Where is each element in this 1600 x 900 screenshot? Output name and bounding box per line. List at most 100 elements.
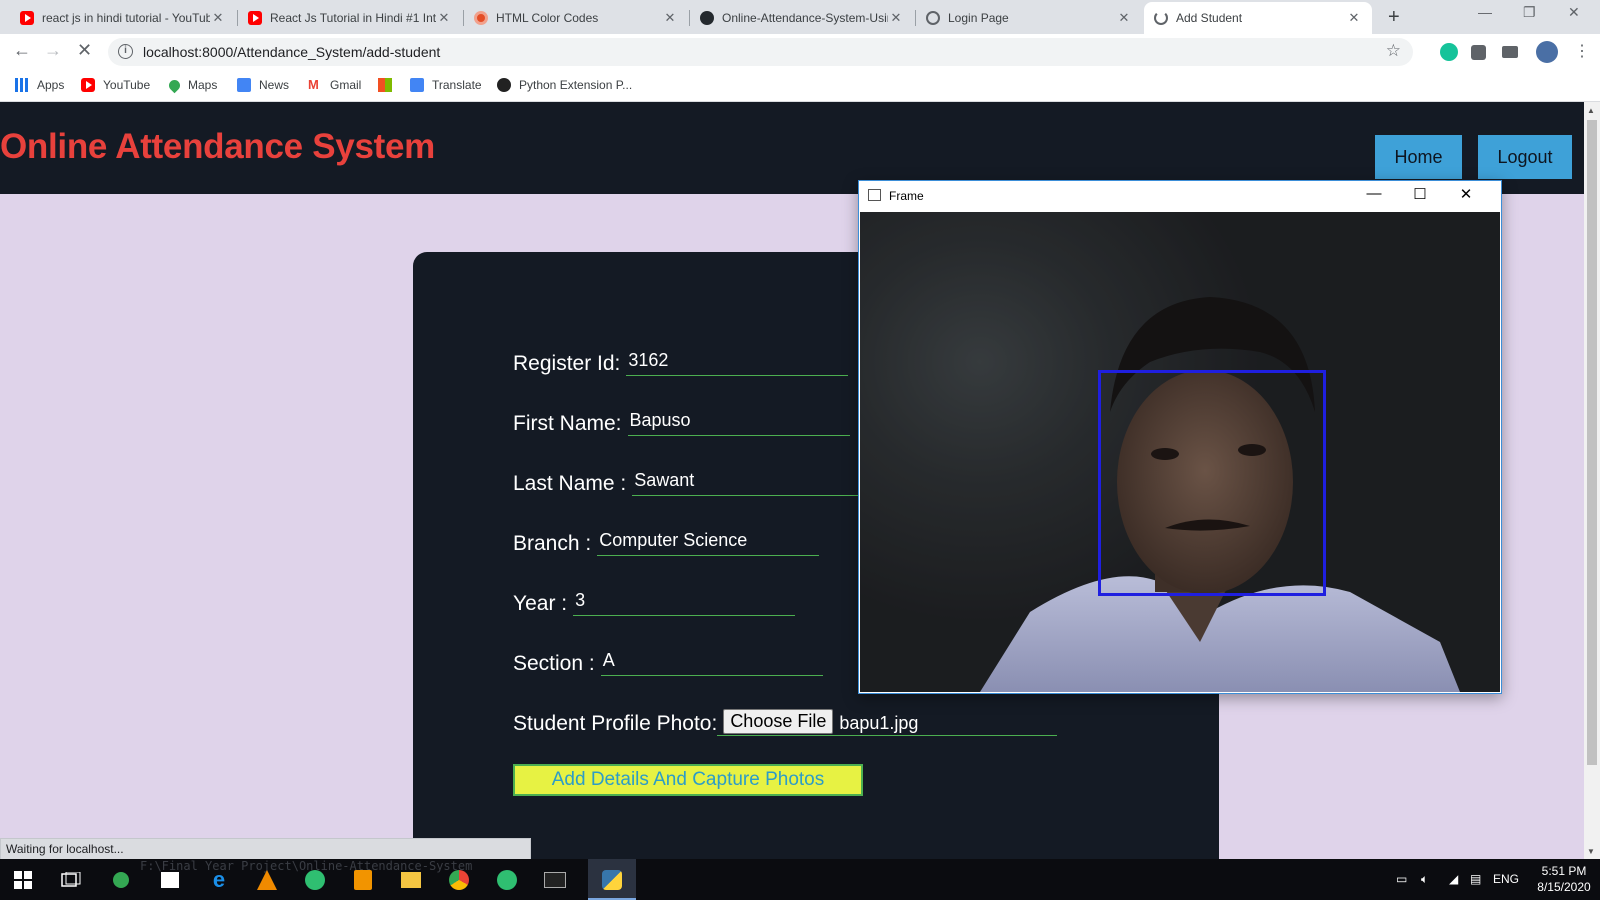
- maps-app-icon[interactable]: [110, 869, 132, 891]
- sublime-text-icon[interactable]: [352, 869, 374, 891]
- youtube-icon: [81, 78, 95, 92]
- bookmark-label: News: [259, 78, 290, 92]
- store-icon[interactable]: [159, 869, 181, 891]
- tab-react-js-hindi-tutorial[interactable]: react js in hindi tutorial - YouTube ✕: [10, 2, 236, 34]
- minimize-icon[interactable]: —: [1478, 4, 1492, 20]
- bookmark-gmail[interactable]: M Gmail: [308, 77, 361, 93]
- windows-start-icon[interactable]: [12, 869, 34, 891]
- bookmark-star-icon[interactable]: ☆: [1386, 41, 1401, 61]
- system-clock[interactable]: 5:51 PM 8/15/2020: [1529, 863, 1599, 895]
- loading-spinner-icon: [1154, 11, 1168, 25]
- news-icon: [237, 78, 251, 92]
- profile-photo-label: Student Profile Photo:: [513, 712, 718, 735]
- bookmark-news[interactable]: News: [237, 78, 289, 92]
- bookmark-label: YouTube: [103, 78, 151, 92]
- webcam-feed: [860, 212, 1500, 692]
- camera-frame-window[interactable]: Frame — ☐ ✕: [858, 180, 1502, 694]
- github-icon: [700, 11, 714, 25]
- network-icon[interactable]: ◢: [1449, 872, 1458, 886]
- branch-row: Branch : Computer Science: [513, 530, 820, 556]
- scroll-down-icon[interactable]: ▼: [1587, 847, 1595, 856]
- site-info-icon[interactable]: i: [118, 44, 133, 59]
- logout-button[interactable]: Logout: [1478, 135, 1572, 179]
- home-button[interactable]: Home: [1375, 135, 1462, 179]
- vlc-icon[interactable]: [256, 869, 278, 891]
- tab-add-student[interactable]: Add Student ✕: [1144, 2, 1372, 34]
- choose-file-button[interactable]: Choose File: [723, 709, 834, 734]
- bookmark-apps[interactable]: Apps: [15, 78, 64, 92]
- close-icon[interactable]: ✕: [888, 10, 904, 26]
- volume-icon[interactable]: 🔈︎: [1421, 872, 1428, 887]
- browser-toolbar: ← → ✕ i localhost:8000/Attendance_System…: [0, 34, 1600, 70]
- close-icon[interactable]: ✕: [1346, 10, 1362, 26]
- stop-loading-icon[interactable]: ✕: [77, 40, 92, 61]
- microsoft-icon: [378, 78, 392, 92]
- profile-photo-input: Choose File bapu1.jpg: [717, 709, 1058, 736]
- address-bar[interactable]: i localhost:8000/Attendance_System/add-s…: [108, 38, 1413, 66]
- tab-github-repo[interactable]: Online-Attendance-System-Using-Face-Reco…: [690, 2, 914, 34]
- new-tab-button[interactable]: +: [1388, 6, 1400, 29]
- close-icon[interactable]: ✕: [1116, 10, 1132, 26]
- bookmark-label: Translate: [432, 78, 482, 92]
- file-explorer-icon[interactable]: [400, 869, 422, 891]
- media-control-icon[interactable]: [1502, 46, 1518, 58]
- close-icon[interactable]: ✕: [662, 10, 678, 26]
- tab-react-tutorial-intro[interactable]: React Js Tutorial in Hindi #1 Introducti…: [238, 2, 462, 34]
- tablet-mode-icon[interactable]: ▭: [1396, 872, 1407, 886]
- tab-label: Login Page: [948, 11, 1009, 25]
- year-input[interactable]: 3: [573, 590, 796, 616]
- back-arrow-icon[interactable]: ←: [13, 40, 31, 61]
- menu-dots-icon[interactable]: ⋮: [1574, 41, 1590, 61]
- section-label: Section :: [513, 652, 595, 675]
- last-name-input[interactable]: Sawant: [632, 470, 863, 496]
- register-id-row: Register Id: 3162: [513, 350, 849, 376]
- extensions-puzzle-icon[interactable]: [1471, 45, 1486, 60]
- first-name-input[interactable]: Bapuso: [627, 410, 850, 436]
- edge-icon[interactable]: e: [208, 867, 230, 892]
- bookmark-python-extension[interactable]: Python Extension P...: [497, 78, 632, 92]
- task-view-icon[interactable]: [60, 869, 82, 891]
- branch-input[interactable]: Computer Science: [597, 530, 820, 556]
- youtube-icon: [248, 11, 262, 25]
- status-bubble: Waiting for localhost...: [0, 838, 531, 859]
- bookmarks-bar: Apps YouTube Maps News M Gmail Translate…: [0, 70, 1600, 102]
- maximize-icon[interactable]: ☐: [1405, 185, 1435, 203]
- close-icon[interactable]: ✕: [436, 10, 452, 26]
- url-text: localhost:8000/Attendance_System/add-stu…: [143, 44, 441, 60]
- page-scrollbar[interactable]: ▲ ▼: [1584, 102, 1600, 859]
- add-details-capture-button[interactable]: Add Details And Capture Photos: [513, 764, 863, 796]
- tab-login-page[interactable]: Login Page ✕: [916, 2, 1142, 34]
- chrome-icon[interactable]: [448, 869, 470, 891]
- pycharm-icon-2[interactable]: [496, 869, 518, 891]
- bookmark-youtube[interactable]: YouTube: [81, 78, 150, 92]
- globe-icon: [926, 11, 940, 25]
- close-icon[interactable]: ✕: [210, 10, 226, 26]
- frame-titlebar[interactable]: Frame — ☐ ✕: [859, 181, 1501, 211]
- first-name-row: First Name: Bapuso: [513, 410, 850, 436]
- forward-arrow-icon[interactable]: →: [44, 40, 62, 61]
- bookmark-translate[interactable]: Translate: [410, 78, 482, 92]
- bookmark-microsoft[interactable]: [378, 78, 400, 92]
- register-id-label: Register Id:: [513, 352, 621, 375]
- gmail-icon: M: [308, 77, 319, 92]
- minimize-icon[interactable]: —: [1359, 185, 1389, 202]
- section-input[interactable]: A: [600, 650, 823, 676]
- terminal-icon[interactable]: [544, 869, 566, 891]
- translate-icon: [410, 78, 424, 92]
- tab-html-color-codes[interactable]: HTML Color Codes ✕: [464, 2, 688, 34]
- close-window-icon[interactable]: ✕: [1568, 4, 1580, 21]
- pycharm-icon[interactable]: [304, 869, 326, 891]
- clock-date: 8/15/2020: [1537, 880, 1591, 894]
- close-icon[interactable]: ✕: [1451, 185, 1481, 203]
- profile-avatar[interactable]: [1536, 41, 1558, 63]
- register-id-input[interactable]: 3162: [626, 350, 849, 376]
- window-app-icon: [868, 189, 881, 201]
- bookmark-maps[interactable]: Maps: [166, 77, 217, 93]
- notifications-tray-icon[interactable]: ▤: [1470, 872, 1481, 886]
- scroll-thumb[interactable]: [1587, 120, 1597, 765]
- language-indicator[interactable]: ENG: [1493, 872, 1519, 886]
- python-icon[interactable]: [601, 869, 623, 891]
- grammarly-icon[interactable]: [1440, 43, 1458, 61]
- scroll-up-icon[interactable]: ▲: [1587, 106, 1595, 115]
- restore-icon[interactable]: ❐: [1523, 4, 1536, 21]
